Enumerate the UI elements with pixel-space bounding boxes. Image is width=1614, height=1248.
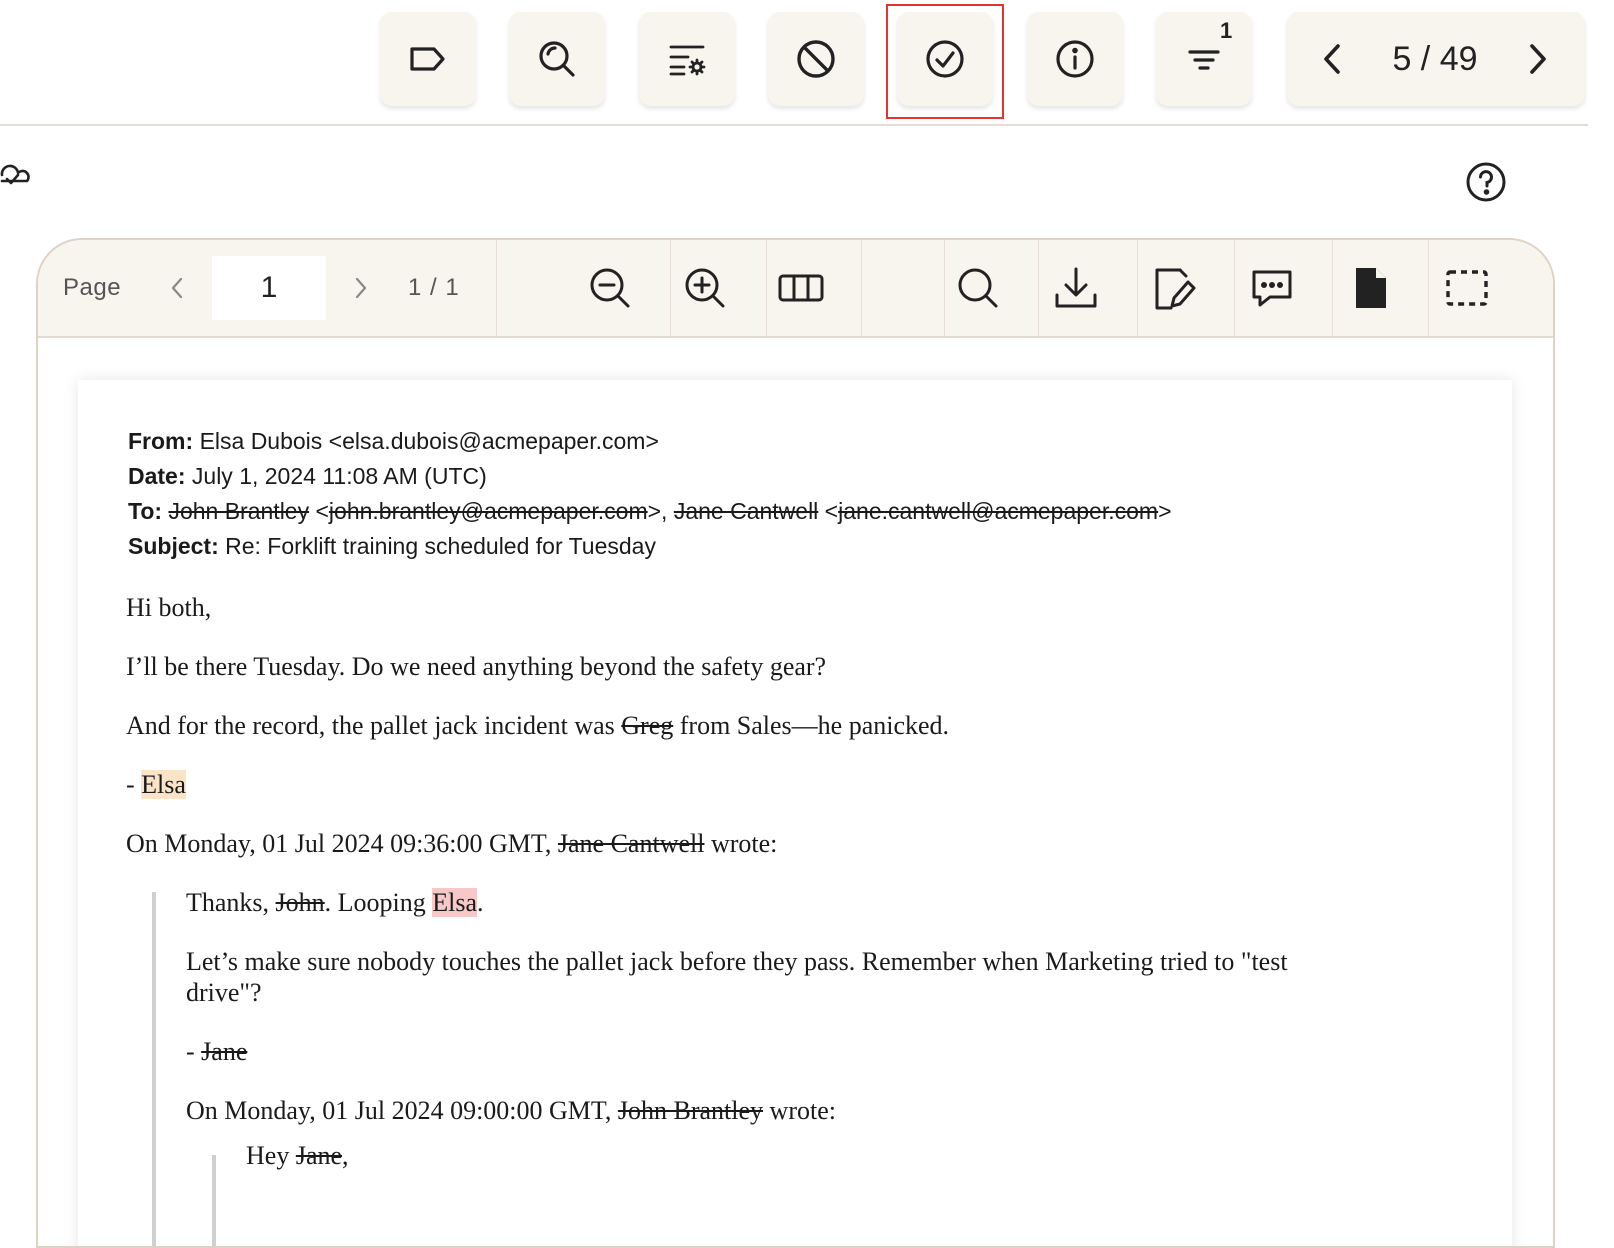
list-settings-button[interactable] xyxy=(639,12,735,106)
greeting: Hi both, xyxy=(126,593,212,622)
page-label: Page xyxy=(63,274,122,301)
next-document-button[interactable] xyxy=(1515,37,1559,81)
edit-document-icon xyxy=(1155,268,1196,310)
toolbar-separator xyxy=(861,240,862,336)
body-line: And for the record, the pallet jack inci… xyxy=(126,711,950,740)
previous-document-button[interactable] xyxy=(1311,37,1355,81)
chevron-left-icon xyxy=(1324,44,1340,74)
redacted-text: Jane xyxy=(295,1141,343,1170)
select-area-icon xyxy=(1446,270,1488,306)
nested-quote-bar xyxy=(212,1155,216,1246)
document-button[interactable] xyxy=(1346,264,1394,312)
highlighted-name: Elsa xyxy=(141,770,186,799)
block-icon xyxy=(797,40,835,78)
toolbar-separator xyxy=(944,240,945,336)
toolbar-separator xyxy=(670,240,671,336)
redacted-text: Jane Cantwell xyxy=(557,829,705,858)
comment-button[interactable] xyxy=(1248,264,1296,312)
toolbar-separator xyxy=(1038,240,1039,336)
file-icon xyxy=(1356,268,1386,308)
info-button[interactable] xyxy=(1027,12,1123,106)
document-position: 5 / 49 xyxy=(1392,40,1478,78)
search-document-button[interactable] xyxy=(509,12,605,106)
redacted-text: John Brantley xyxy=(168,498,310,524)
list-settings-icon xyxy=(669,45,706,76)
zoom-in-icon xyxy=(685,268,725,308)
cloud-check-icon xyxy=(0,164,30,185)
zoom-out-button[interactable] xyxy=(586,264,634,312)
redacted-text: Jane xyxy=(201,1037,248,1066)
download-icon xyxy=(1055,267,1097,308)
select-area-button[interactable] xyxy=(1443,264,1491,312)
download-button[interactable] xyxy=(1052,264,1100,312)
quote-header: On Monday, 01 Jul 2024 09:36:00 GMT, Jan… xyxy=(126,829,778,858)
redacted-text: Greg xyxy=(621,711,674,740)
signoff: - Elsa xyxy=(126,770,186,799)
fit-width-button[interactable] xyxy=(777,264,825,312)
quoted-line: Let’s make sure nobody touches the palle… xyxy=(186,947,1288,976)
comment-icon xyxy=(1252,270,1292,307)
chevron-right-icon xyxy=(1530,44,1546,74)
active-selection-outline xyxy=(886,4,1004,119)
toolbar-separator xyxy=(1137,240,1138,336)
body-line: I’ll be there Tuesday. Do we need anythi… xyxy=(126,652,827,681)
document-pager: 5 / 49 xyxy=(1287,12,1585,106)
toolbar-separator xyxy=(1332,240,1333,336)
quoted-line: drive"? xyxy=(186,978,262,1007)
zoom-out-icon xyxy=(590,268,630,308)
filter-button[interactable] xyxy=(1156,12,1252,106)
filter-count-badge: 1 xyxy=(1220,18,1233,43)
document-viewer: Page 1 / 1 xyxy=(36,238,1555,1248)
redacted-text: John Brantley xyxy=(617,1096,764,1125)
quote-bar xyxy=(152,892,156,1246)
redacted-text: jane.cantwell@acmepaper.com xyxy=(838,498,1159,524)
page-count: 1 / 1 xyxy=(408,274,460,301)
toolbar-divider xyxy=(0,124,1588,126)
previous-page-icon[interactable] xyxy=(162,270,192,306)
email-from: From: Elsa Dubois <elsa.dubois@acmepaper… xyxy=(128,428,659,454)
email-date: Date: July 1, 2024 11:08 AM (UTC) xyxy=(128,463,487,489)
document-page: From: Elsa Dubois <elsa.dubois@acmepaper… xyxy=(78,380,1512,1246)
highlighted-name: Elsa xyxy=(432,888,478,917)
email-to: To: John Brantley <john.brantley@acmepap… xyxy=(128,498,1172,524)
quote-header: On Monday, 01 Jul 2024 09:00:00 GMT, Joh… xyxy=(186,1096,836,1125)
quoted-line: Thanks, John. Looping Elsa. xyxy=(186,888,484,917)
annotate-button[interactable] xyxy=(1150,264,1198,312)
email-subject: Subject: Re: Forklift training scheduled… xyxy=(128,533,656,559)
redacted-text: John xyxy=(275,888,325,917)
zoom-in-button[interactable] xyxy=(681,264,729,312)
columns-icon xyxy=(778,274,824,302)
toolbar-separator xyxy=(496,240,497,336)
search-button[interactable] xyxy=(954,264,1002,312)
info-icon xyxy=(1056,40,1094,78)
tag-icon xyxy=(410,47,445,71)
page-number-input[interactable] xyxy=(212,256,326,320)
mark-not-relevant-button[interactable] xyxy=(768,12,864,106)
quoted-signoff: - Jane xyxy=(186,1037,248,1066)
tag-button[interactable] xyxy=(380,12,476,106)
toolbar-separator xyxy=(766,240,767,336)
redacted-text: Jane Cantwell xyxy=(673,498,819,524)
redacted-text: john.brantley@acmepaper.com xyxy=(328,498,648,524)
search-document-icon xyxy=(539,41,575,77)
search-icon xyxy=(958,268,998,308)
help-icon[interactable] xyxy=(1464,160,1508,204)
next-page-icon[interactable] xyxy=(346,270,376,306)
toolbar-separator xyxy=(1428,240,1429,336)
nested-quoted-line: Hey Jane, xyxy=(246,1141,349,1170)
toolbar-separator xyxy=(1234,240,1235,336)
viewer-toolbar: Page 1 / 1 xyxy=(38,240,1553,338)
